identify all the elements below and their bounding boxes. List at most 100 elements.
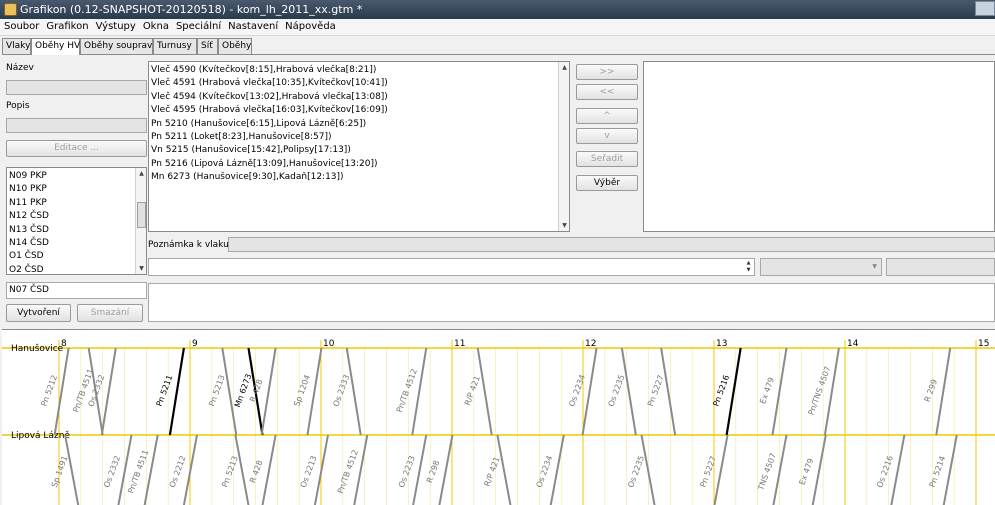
name-field[interactable] <box>6 80 147 95</box>
time-spinner-input[interactable]: ▲ ▼ <box>148 258 755 276</box>
list-item[interactable]: N13 ČSD <box>7 224 146 237</box>
remove-button[interactable]: << <box>576 84 638 100</box>
upper-train-label: Pn 5227 <box>646 374 666 408</box>
train-list-item[interactable]: Mn 6273 (Hanušovice[9:30],Kadaň[12:13]) <box>149 171 569 184</box>
upper-train-label: Mn 6273 <box>233 373 253 409</box>
list-item[interactable]: N12 ČSD <box>7 210 146 223</box>
list-item[interactable]: N14 ČSD <box>7 237 146 250</box>
train-list-item[interactable]: Pn 5216 (Lipová Lázně[13:09],Hanušovice[… <box>149 158 569 171</box>
lower-train-line <box>143 434 159 505</box>
tab-turnusy[interactable]: Turnusy <box>153 38 197 54</box>
lower-train-label: Ex 479 <box>798 457 816 486</box>
lower-train-line <box>549 434 565 505</box>
selected-train-list[interactable] <box>643 61 995 232</box>
upper-train-line <box>581 347 598 436</box>
circulation-list-scrollbar[interactable]: ▲ ▼ <box>135 168 146 274</box>
lower-train-line <box>811 434 827 505</box>
move-up-button[interactable]: ^ <box>576 108 638 124</box>
lower-train-line <box>353 434 369 505</box>
list-item[interactable]: O1 ČSD <box>7 250 146 263</box>
train-list-scrollbar[interactable]: ▲ ▼ <box>558 62 569 231</box>
lower-train-label: R/P 421 <box>483 456 502 488</box>
move-down-button[interactable]: v <box>576 128 638 144</box>
lower-train-line <box>890 434 906 505</box>
circulation-panel: Název Popis Editace ... N09 PKP N10 PKP … <box>2 54 995 325</box>
scroll-thumb[interactable] <box>137 202 146 228</box>
scroll-down-icon[interactable]: ▼ <box>560 221 569 230</box>
menu-okna[interactable]: Okna <box>139 19 172 32</box>
tab-obehy[interactable]: Oběhy <box>218 38 252 54</box>
menu-nastaveni[interactable]: Nastavení <box>224 19 281 32</box>
upper-train-label: R 299 <box>923 378 939 403</box>
train-list[interactable]: Vleč 4590 (Kvítečkov[8:15],Hrabová vlečk… <box>148 61 570 232</box>
lower-train-line <box>412 434 428 505</box>
train-list-item[interactable]: Pn 5210 (Hanušovice[6:15],Lipová Lázně[6… <box>149 118 569 131</box>
lower-train-label: Sp 1491 <box>50 455 70 489</box>
list-item[interactable]: O2 ČSD <box>7 264 146 274</box>
app-icon <box>4 3 17 16</box>
train-note-field[interactable] <box>228 237 995 252</box>
list-item[interactable]: N11 PKP <box>7 197 146 210</box>
circulation-list[interactable]: N09 PKP N10 PKP N11 PKP N12 ČSD N13 ČSD … <box>6 167 147 275</box>
tab-obehy-souprav[interactable]: Oběhy souprav <box>80 38 153 54</box>
create-button[interactable]: Vytvoření <box>6 304 71 322</box>
menu-napoveda[interactable]: Nápověda <box>281 19 339 32</box>
engine-class-dropdown[interactable]: ▼ <box>760 258 882 276</box>
menu-grafikon[interactable]: Grafikon <box>42 19 91 32</box>
upper-train-label: Os 2333 <box>331 373 351 407</box>
upper-train-line <box>725 347 742 436</box>
train-list-item[interactable]: Vleč 4590 (Kvítečkov[8:15],Hrabová vlečk… <box>149 64 569 77</box>
menu-bar: Soubor Grafikon Výstupy Okna Speciální Nastav… <box>0 19 995 36</box>
upper-train-line <box>935 347 952 436</box>
lower-train-label: Pn 5227 <box>698 455 718 489</box>
select-button[interactable]: Výběr <box>576 175 638 191</box>
description-field[interactable] <box>6 118 147 133</box>
upper-train-line <box>168 347 185 436</box>
train-graph[interactable]: 8 9 10 11 12 13 14 15 Hanušovice Lipová Lázně Pn 5… <box>2 329 995 505</box>
upper-train-label: Os 2234 <box>567 373 587 407</box>
upper-train-line <box>823 347 840 436</box>
upper-train-label: Pn 5211 <box>155 374 175 408</box>
lower-train-line <box>64 434 80 505</box>
upper-train-label: R/P 421 <box>463 375 482 407</box>
lower-train-label: R 428 <box>248 459 264 484</box>
extra-field[interactable] <box>886 258 995 276</box>
upper-train-line <box>411 347 428 436</box>
tab-vlaky[interactable]: Vlaky <box>2 38 31 54</box>
menu-specialni[interactable]: Speciální <box>172 19 224 32</box>
menu-vystupy[interactable]: Výstupy <box>92 19 139 32</box>
add-button[interactable]: >> <box>576 64 638 80</box>
lower-train-line <box>438 434 454 505</box>
new-circulation-name-input[interactable]: N07 ČSD <box>6 282 147 299</box>
window-title: Grafikon (0.12-SNAPSHOT-20120518) - kom_… <box>20 3 363 16</box>
scroll-up-icon[interactable]: ▲ <box>137 169 146 178</box>
train-list-item[interactable]: Vleč 4595 (Hrabová vlečka[16:03],Kvítečk… <box>149 104 569 117</box>
lower-train-label: Os 2332 <box>102 454 122 488</box>
station-label: Hanušovice <box>11 343 64 354</box>
train-list-item[interactable]: Vn 5215 (Hanušovice[15:42],Polipsy[17:13… <box>149 144 569 157</box>
scroll-down-icon[interactable]: ▼ <box>137 264 146 273</box>
lower-train-line <box>234 434 250 505</box>
sort-button[interactable]: Seřadit <box>576 151 638 167</box>
spinner-arrows-icon[interactable]: ▲ ▼ <box>744 260 753 274</box>
list-item[interactable]: N10 PKP <box>7 183 146 196</box>
lower-train-label: Os 2212 <box>168 454 188 488</box>
train-list-item[interactable]: Pn 5211 (Loket[8:23],Hanušovice[8:57]) <box>149 131 569 144</box>
upper-train-label: Os 2235 <box>607 373 627 407</box>
menu-soubor[interactable]: Soubor <box>0 19 42 32</box>
train-note-label: Poznámka k vlaku: <box>148 240 232 250</box>
scroll-up-icon[interactable]: ▲ <box>560 63 569 72</box>
lower-train-line <box>496 434 512 505</box>
train-list-item[interactable]: Vleč 4591 (Hrabová vlečka[10:35],Kvítečk… <box>149 77 569 90</box>
attributes-textarea[interactable] <box>148 283 995 322</box>
edit-button[interactable]: Editace ... <box>6 140 147 157</box>
lower-train-label: Os 2234 <box>535 454 555 488</box>
lower-train-label: Os 2233 <box>397 454 417 488</box>
train-list-item[interactable]: Vleč 4594 (Kvítečkov[13:02],Hrabová vleč… <box>149 91 569 104</box>
tab-sit[interactable]: Síť <box>197 38 218 54</box>
delete-button[interactable]: Smazání <box>77 304 143 322</box>
window-control-button[interactable] <box>975 1 995 16</box>
tab-obehy-hv[interactable]: Oběhy HV <box>31 38 80 55</box>
list-item[interactable]: N09 PKP <box>7 170 146 183</box>
upper-train-line <box>620 347 637 436</box>
